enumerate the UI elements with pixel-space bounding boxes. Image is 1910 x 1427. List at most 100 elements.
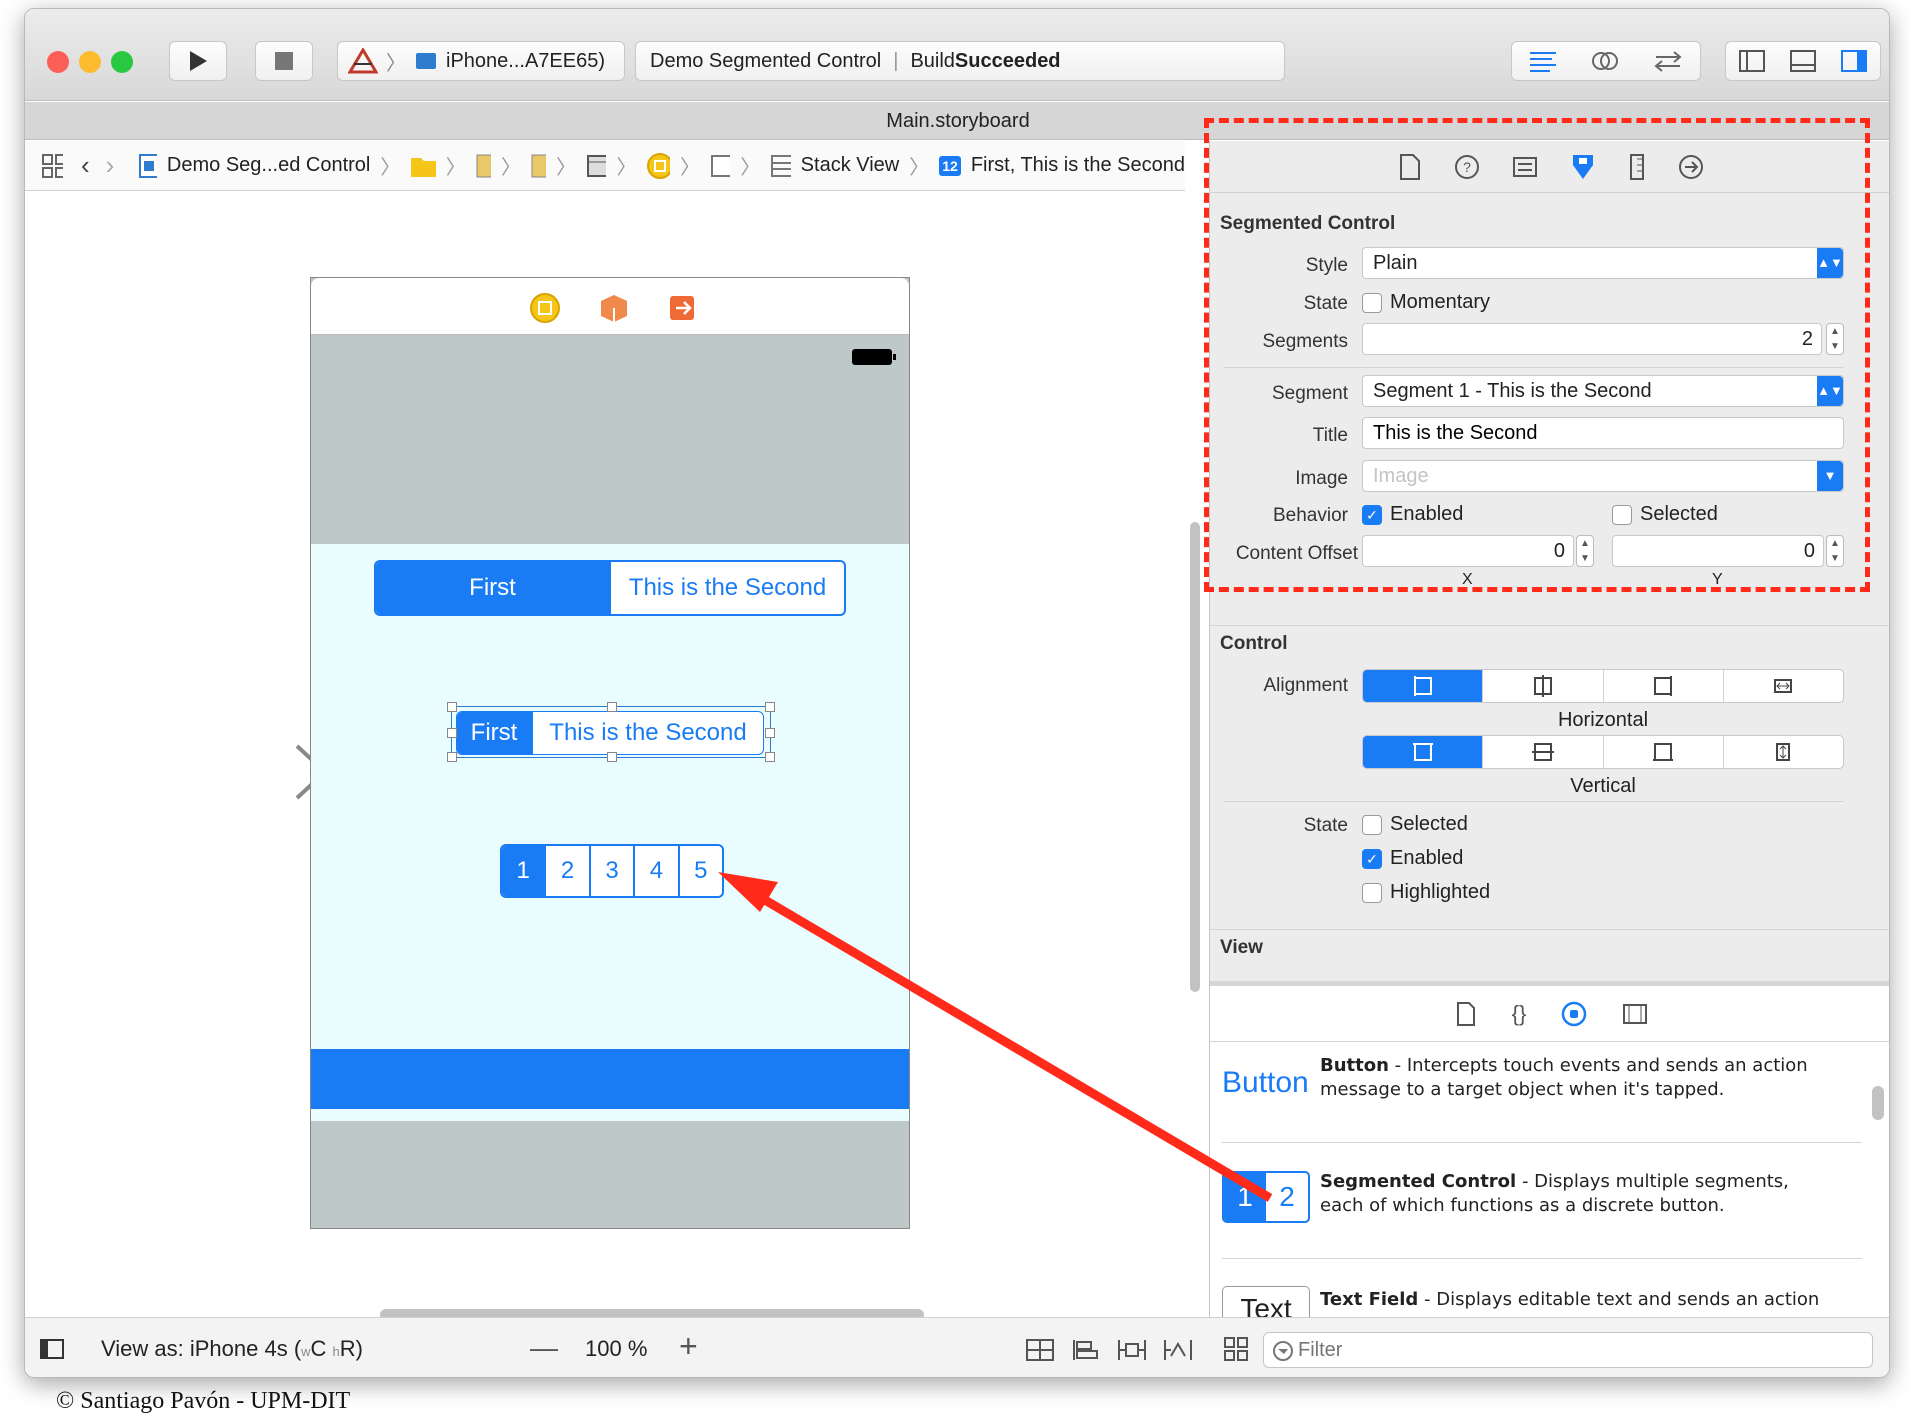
segmented-control-preview[interactable]: 1 2 bbox=[1222, 1171, 1310, 1223]
stop-button[interactable] bbox=[255, 41, 313, 81]
align-vfill-icon[interactable] bbox=[1724, 736, 1843, 768]
view-icon[interactable] bbox=[710, 154, 731, 178]
segment-4[interactable]: 4 bbox=[635, 846, 680, 896]
forward-icon[interactable]: › bbox=[106, 150, 115, 181]
control-highlighted-label: Highlighted bbox=[1390, 881, 1491, 903]
folder-icon[interactable] bbox=[410, 154, 436, 178]
library-item-segmented-control[interactable]: Segmented Control - Displays multiple se… bbox=[1320, 1170, 1880, 1218]
segmented-control-3[interactable]: 1 2 3 4 5 bbox=[500, 844, 724, 898]
object-library-icon[interactable] bbox=[1560, 1000, 1588, 1028]
jump-project[interactable]: Demo Seg...ed Control bbox=[167, 154, 370, 177]
library-item-text-field[interactable]: Text Field - Displays editable text and … bbox=[1320, 1288, 1880, 1312]
code-snippet-library-icon[interactable]: {} bbox=[1512, 1001, 1527, 1027]
library-filter-input[interactable] bbox=[1298, 1337, 1858, 1363]
resize-handle[interactable] bbox=[765, 702, 775, 712]
view-as-device[interactable]: View as: iPhone 4s (wC hR) bbox=[101, 1336, 363, 1362]
control-selected-checkbox[interactable]: Selected bbox=[1362, 813, 1468, 836]
zoom-button[interactable] bbox=[111, 51, 133, 73]
library-grid-icon[interactable] bbox=[1223, 1336, 1249, 1362]
version-editor-icon[interactable] bbox=[1652, 49, 1684, 73]
library-item-button[interactable]: Button - Intercepts touch events and sen… bbox=[1320, 1054, 1880, 1102]
resolve-issues-icon[interactable] bbox=[1163, 1338, 1193, 1362]
toolbar: 〉 iPhone...A7EE65) Demo Segmented Contro… bbox=[25, 9, 1889, 101]
document-outline-toggle-icon[interactable] bbox=[39, 1338, 65, 1360]
storyboard-canvas[interactable]: First This is the Second First This is t… bbox=[25, 192, 1200, 1321]
media-library-icon[interactable] bbox=[1622, 1002, 1648, 1026]
debug-area-toggle-icon[interactable] bbox=[1789, 49, 1817, 73]
segmented-control-1[interactable]: First This is the Second bbox=[374, 560, 846, 616]
horizontal-alignment-control[interactable] bbox=[1362, 669, 1844, 703]
project-file-icon bbox=[139, 153, 157, 178]
resize-handle[interactable] bbox=[765, 752, 775, 762]
storyboard-file-icon[interactable] bbox=[476, 154, 491, 178]
pin-constraints-icon[interactable] bbox=[1117, 1338, 1147, 1362]
jump-selected[interactable]: First, This is the Second bbox=[971, 154, 1185, 177]
segment-2[interactable]: 2 bbox=[546, 846, 591, 896]
library-filter[interactable] bbox=[1263, 1332, 1873, 1368]
segment-5[interactable]: 5 bbox=[680, 846, 722, 896]
align-bottom-icon[interactable] bbox=[1604, 736, 1724, 768]
resize-handle[interactable] bbox=[765, 728, 775, 738]
control-highlighted-checkbox[interactable]: Highlighted bbox=[1362, 881, 1490, 904]
segment-3[interactable]: 3 bbox=[591, 846, 636, 896]
preview-segment-1: 1 bbox=[1224, 1173, 1266, 1221]
storyboard-base-icon[interactable] bbox=[531, 154, 547, 178]
selected-segmented-control[interactable]: First This is the Second bbox=[447, 702, 775, 762]
stack-view-icon[interactable] bbox=[770, 154, 791, 178]
jump-stack-view[interactable]: Stack View bbox=[801, 154, 900, 177]
align-fill-icon[interactable] bbox=[1724, 670, 1843, 702]
library-item-name: Button bbox=[1320, 1055, 1389, 1076]
editor-status-bar: View as: iPhone 4s (wC hR) — 100 % + bbox=[25, 1317, 1889, 1377]
scene-icon[interactable] bbox=[586, 154, 607, 178]
align-right-icon[interactable] bbox=[1604, 670, 1724, 702]
scheme-selector[interactable]: 〉 iPhone...A7EE65) bbox=[337, 41, 625, 81]
file-template-library-icon[interactable] bbox=[1454, 1001, 1478, 1027]
segment-second[interactable]: This is the Second bbox=[533, 712, 763, 754]
size-class-c: C bbox=[310, 1336, 333, 1361]
related-items-icon[interactable] bbox=[41, 153, 63, 179]
text-field-preview[interactable]: Text bbox=[1222, 1286, 1310, 1317]
button-preview[interactable]: Button bbox=[1222, 1066, 1309, 1100]
blue-bar-view[interactable] bbox=[311, 1049, 909, 1109]
activity-build-prefix: Build bbox=[910, 49, 955, 72]
divider bbox=[1222, 1258, 1862, 1259]
segment-first[interactable]: First bbox=[457, 712, 533, 754]
resize-handle[interactable] bbox=[607, 752, 617, 762]
align-top-icon[interactable] bbox=[1363, 736, 1484, 768]
align-constraints-icon[interactable] bbox=[1071, 1338, 1099, 1362]
stack-view[interactable] bbox=[311, 544, 909, 1049]
section-control: Control bbox=[1220, 633, 1288, 654]
assistant-editor-icon[interactable] bbox=[1590, 49, 1620, 73]
view-controller-icon[interactable] bbox=[529, 292, 561, 324]
vertical-scrollbar[interactable] bbox=[1190, 522, 1200, 992]
view-controller-icon[interactable] bbox=[646, 152, 671, 180]
align-middle-icon[interactable] bbox=[1483, 736, 1604, 768]
segment-1[interactable]: 1 bbox=[502, 846, 547, 896]
run-button[interactable] bbox=[169, 41, 227, 81]
segment-first[interactable]: First bbox=[376, 562, 611, 614]
horizontal-caption: Horizontal bbox=[1557, 709, 1649, 731]
zoom-out-icon[interactable]: — bbox=[530, 1332, 558, 1364]
embed-in-stack-icon[interactable] bbox=[1025, 1338, 1055, 1362]
resize-handle[interactable] bbox=[447, 752, 457, 762]
vertical-alignment-control[interactable] bbox=[1362, 735, 1844, 769]
exit-icon[interactable] bbox=[667, 292, 699, 324]
navigator-toggle-icon[interactable] bbox=[1738, 49, 1766, 73]
resize-handle[interactable] bbox=[607, 702, 617, 712]
zoom-in-icon[interactable]: + bbox=[679, 1328, 698, 1365]
tab-main-storyboard[interactable]: Main.storyboard bbox=[886, 110, 1029, 132]
standard-editor-icon[interactable] bbox=[1528, 50, 1558, 72]
library-scrollbar[interactable] bbox=[1872, 1086, 1884, 1120]
close-button[interactable] bbox=[47, 51, 69, 73]
view-controller-scene[interactable]: First This is the Second First This is t… bbox=[310, 277, 910, 1229]
control-enabled-checkbox[interactable]: ✓ Enabled bbox=[1362, 847, 1463, 870]
align-center-icon[interactable] bbox=[1483, 670, 1604, 702]
back-icon[interactable]: ‹ bbox=[81, 150, 90, 181]
first-responder-icon[interactable] bbox=[598, 292, 630, 324]
segment-second[interactable]: This is the Second bbox=[611, 562, 844, 614]
align-left-icon[interactable] bbox=[1363, 670, 1484, 702]
minimize-button[interactable] bbox=[79, 51, 101, 73]
resize-handle[interactable] bbox=[447, 702, 457, 712]
utilities-toggle-icon[interactable] bbox=[1840, 49, 1868, 73]
resize-handle[interactable] bbox=[447, 728, 457, 738]
